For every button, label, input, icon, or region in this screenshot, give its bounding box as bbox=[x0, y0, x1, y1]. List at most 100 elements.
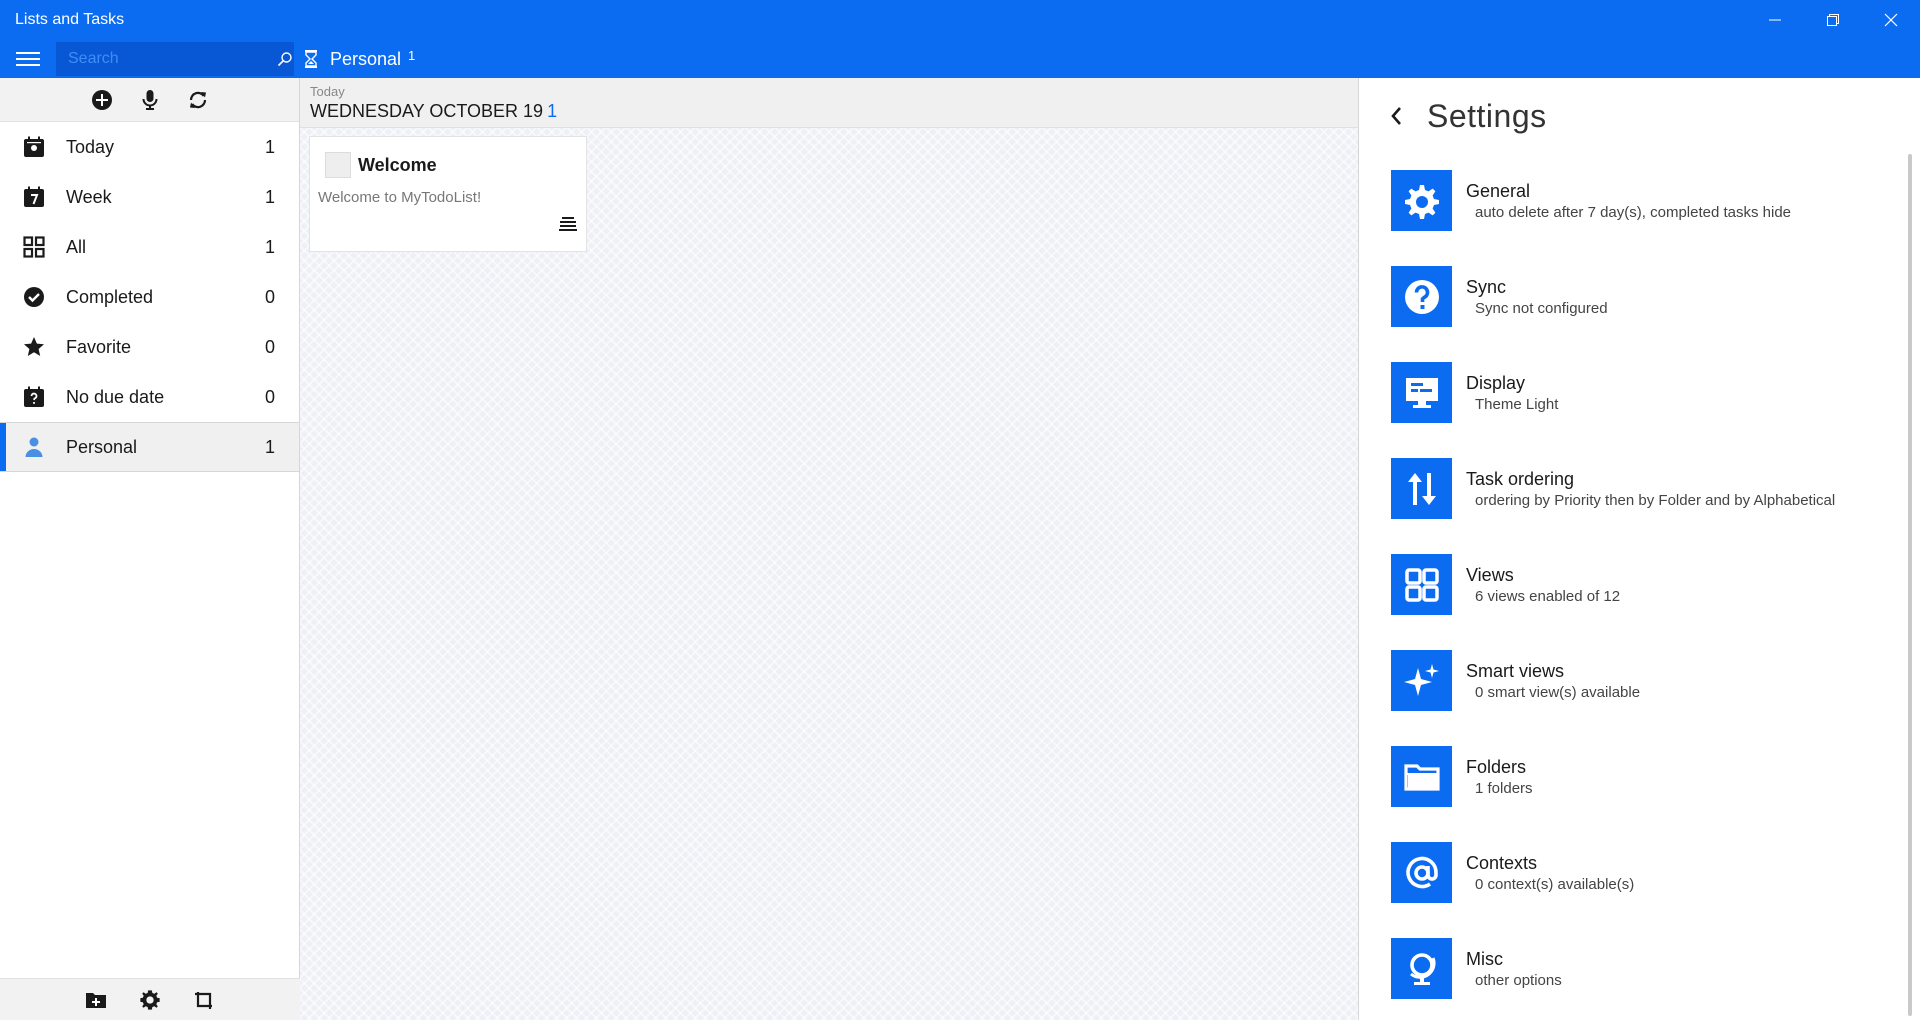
settings-scrollbar[interactable] bbox=[1908, 154, 1912, 1016]
setting-title: Folders bbox=[1466, 757, 1527, 777]
add-folder-button[interactable] bbox=[81, 985, 111, 1015]
notes-icon bbox=[559, 217, 577, 231]
restore-button[interactable] bbox=[1804, 0, 1862, 40]
setting-subtitle: ordering by Priority then by Folder and … bbox=[1475, 492, 1836, 509]
setting-subtitle: other options bbox=[1475, 972, 1562, 989]
group-date-text: WEDNESDAY OCTOBER 19 bbox=[310, 101, 544, 121]
voice-input-button[interactable] bbox=[135, 85, 165, 115]
group-count: 1 bbox=[547, 101, 558, 121]
current-folder[interactable]: Personal 1 bbox=[304, 40, 415, 78]
settings-title: Settings bbox=[1427, 97, 1547, 134]
gear-icon bbox=[1391, 170, 1452, 231]
add-task-button[interactable] bbox=[87, 85, 117, 115]
minimize-icon bbox=[1769, 19, 1781, 21]
monitor-icon bbox=[1391, 362, 1452, 423]
sidebar-item-personal[interactable]: Personal 1 bbox=[0, 422, 299, 472]
sidebar-item-count: 0 bbox=[264, 286, 275, 307]
task-note: Welcome to MyTodoList! bbox=[318, 189, 482, 206]
date-group-header: Today WEDNESDAY OCTOBER 19 1 bbox=[300, 78, 1358, 128]
setting-title: Display bbox=[1466, 373, 1526, 393]
close-icon bbox=[1884, 13, 1898, 27]
sidebar-item-label: All bbox=[66, 236, 87, 257]
task-checkbox[interactable] bbox=[325, 152, 351, 178]
setting-sync[interactable]: Sync Sync not configured bbox=[1359, 266, 1899, 362]
task-title: Welcome bbox=[358, 155, 437, 175]
setting-views[interactable]: Views 6 views enabled of 12 bbox=[1359, 554, 1899, 650]
sidebar-item-count: 0 bbox=[264, 386, 275, 407]
folder-add-icon bbox=[86, 992, 106, 1008]
grid-icon bbox=[22, 235, 46, 259]
current-folder-count: 1 bbox=[408, 47, 416, 63]
settings-button[interactable] bbox=[135, 985, 165, 1015]
settings-header: Settings bbox=[1359, 78, 1920, 154]
sparkle-icon bbox=[1391, 650, 1452, 711]
task-card[interactable]: Welcome Welcome to MyTodoList! bbox=[309, 136, 587, 252]
settings-panel: Settings General auto delete after 7 day… bbox=[1358, 78, 1920, 1020]
sidebar-item-favorite[interactable]: Favorite 0 bbox=[0, 322, 299, 372]
sort-icon bbox=[1391, 458, 1452, 519]
folder-icon bbox=[1391, 746, 1452, 807]
title-bar: Lists and Tasks bbox=[0, 0, 1920, 40]
sidebar-item-no-due-date[interactable]: No due date 0 bbox=[0, 372, 299, 422]
sync-button[interactable] bbox=[183, 85, 213, 115]
setting-title: Contexts bbox=[1466, 853, 1538, 873]
settings-list: General auto delete after 7 day(s), comp… bbox=[1359, 170, 1899, 1020]
person-icon bbox=[22, 435, 46, 459]
minimize-button[interactable] bbox=[1746, 0, 1804, 40]
setting-title: Misc bbox=[1466, 949, 1503, 969]
menu-button[interactable] bbox=[0, 40, 56, 78]
setting-misc[interactable]: Misc other options bbox=[1359, 938, 1899, 1020]
close-button[interactable] bbox=[1862, 0, 1920, 40]
setting-title: Smart views bbox=[1466, 661, 1565, 681]
search-input[interactable] bbox=[56, 42, 275, 76]
setting-subtitle: 1 folders bbox=[1475, 780, 1533, 797]
sidebar-item-today[interactable]: Today 1 bbox=[0, 122, 299, 172]
back-button[interactable] bbox=[1381, 101, 1411, 131]
calendar-question-icon bbox=[22, 385, 46, 409]
chevron-left-icon bbox=[1391, 107, 1401, 125]
calendar-today-icon bbox=[22, 135, 46, 159]
setting-subtitle: 0 smart view(s) available bbox=[1475, 684, 1641, 701]
sidebar-item-completed[interactable]: Completed 0 bbox=[0, 272, 299, 322]
setting-smart-views[interactable]: Smart views 0 smart view(s) available bbox=[1359, 650, 1899, 746]
setting-subtitle: Sync not configured bbox=[1475, 300, 1608, 317]
search-button[interactable] bbox=[275, 51, 294, 67]
group-label: Today bbox=[310, 84, 345, 99]
search-box bbox=[56, 42, 294, 76]
sidebar-item-label: Week bbox=[66, 186, 112, 207]
setting-subtitle: 0 context(s) available(s) bbox=[1475, 876, 1635, 893]
setting-title: Task ordering bbox=[1466, 469, 1575, 489]
setting-display[interactable]: Display Theme Light bbox=[1359, 362, 1899, 458]
search-icon bbox=[277, 52, 292, 67]
setting-task-ordering[interactable]: Task ordering ordering by Priority then … bbox=[1359, 458, 1899, 554]
crop-rotate-icon bbox=[195, 991, 212, 1009]
sidebar-item-count: 1 bbox=[264, 436, 275, 457]
task-list-area: Today WEDNESDAY OCTOBER 19 1 Welcome Welc… bbox=[300, 78, 1358, 1020]
plus-circle-icon bbox=[91, 89, 112, 110]
sidebar-item-label: Today bbox=[66, 136, 115, 157]
refresh-icon bbox=[189, 91, 206, 108]
restore-icon bbox=[1827, 14, 1839, 26]
sidebar-item-week[interactable]: Week 1 bbox=[0, 172, 299, 222]
calendar-week-icon bbox=[22, 185, 46, 209]
hourglass-icon bbox=[304, 50, 318, 68]
sidebar-item-label: Completed bbox=[66, 286, 154, 307]
hamburger-icon bbox=[16, 52, 40, 66]
at-icon bbox=[1391, 842, 1452, 903]
setting-title: Sync bbox=[1466, 277, 1507, 297]
sidebar-item-count: 1 bbox=[264, 136, 275, 157]
sidebar-bottom-toolbar bbox=[0, 978, 300, 1020]
gear-icon bbox=[140, 989, 160, 1010]
question-icon bbox=[1391, 266, 1452, 327]
setting-general[interactable]: General auto delete after 7 day(s), comp… bbox=[1359, 170, 1899, 266]
sidebar-item-all[interactable]: All 1 bbox=[0, 222, 299, 272]
setting-subtitle: auto delete after 7 day(s), completed ta… bbox=[1475, 204, 1792, 221]
group-date: WEDNESDAY OCTOBER 19 1 bbox=[310, 101, 1358, 122]
setting-contexts[interactable]: Contexts 0 context(s) available(s) bbox=[1359, 842, 1899, 938]
setting-title: Views bbox=[1466, 565, 1514, 585]
setting-folders[interactable]: Folders 1 folders bbox=[1359, 746, 1899, 842]
views-grid-icon bbox=[1391, 554, 1452, 615]
sidebar-item-label: No due date bbox=[66, 386, 165, 407]
sidebar-item-count: 0 bbox=[264, 336, 275, 357]
crop-view-button[interactable] bbox=[189, 985, 219, 1015]
